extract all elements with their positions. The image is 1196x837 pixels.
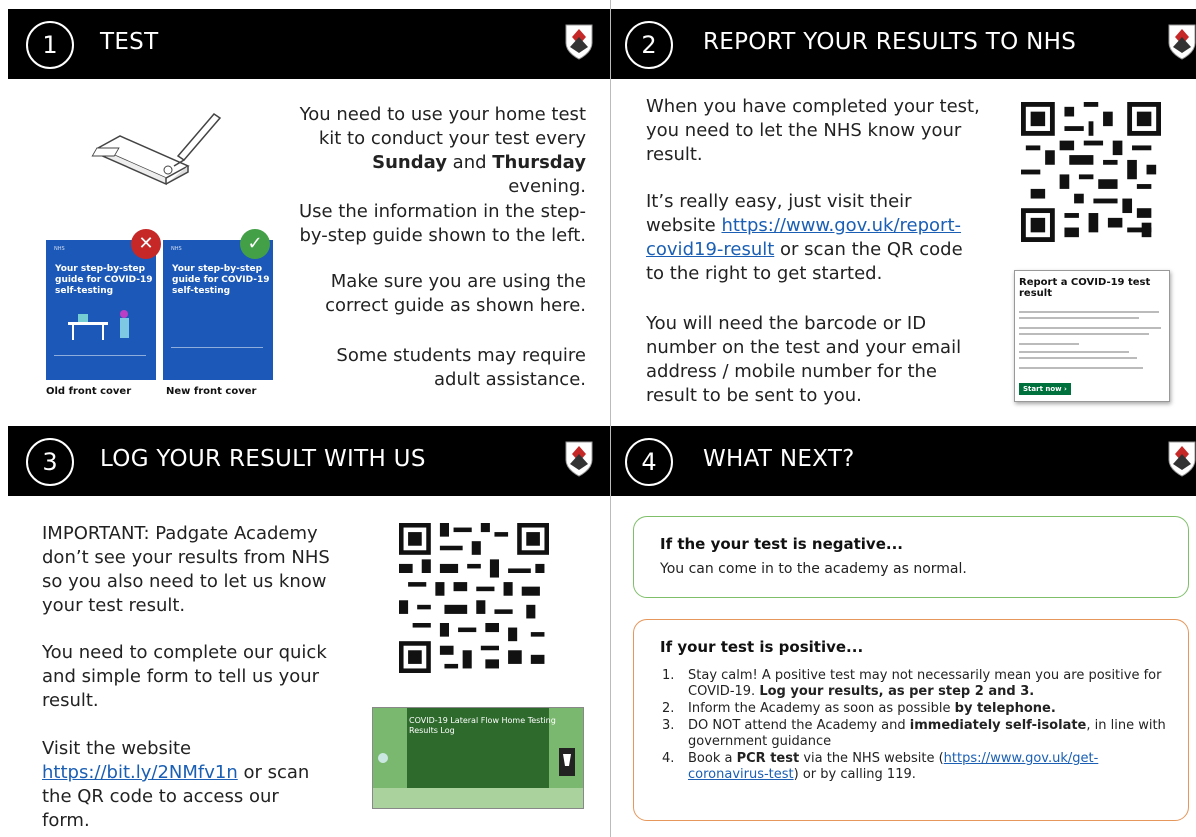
report-requirements-text: You will need the barcode or ID number o… xyxy=(646,313,962,406)
nhs-report-form-preview: Report a COVID-19 test result Start now … xyxy=(1014,270,1170,402)
list-item: 1. Stay calm! A positive test may not ne… xyxy=(662,668,1162,699)
section-header: 2 REPORT YOUR RESULTS TO NHS xyxy=(611,9,1196,79)
section-log-result: 3 LOG YOUR RESULT WITH US IMPORTANT: Pad… xyxy=(0,419,610,837)
start-now-button: Start now › xyxy=(1019,383,1071,395)
section-what-next: 4 WHAT NEXT? If the your test is negativ… xyxy=(611,419,1196,837)
section-test: 1 TEST NHS Your step-by-step guide for C… xyxy=(0,0,610,418)
nhs-qr-code[interactable] xyxy=(1021,102,1161,242)
step-number: 3 xyxy=(26,438,74,486)
list-item: 3. DO NOT attend the Academy and immedia… xyxy=(662,718,1166,749)
cover-illustration xyxy=(68,310,129,340)
guide-info-text: Use the information in the step-by-step … xyxy=(298,201,586,246)
log-form-title: COVID-19 Lateral Flow Home Testing Resul… xyxy=(409,716,556,735)
school-shield-icon xyxy=(565,441,593,477)
school-shield-icon xyxy=(565,24,593,60)
new-guide-cover: NHS Your step-by-step guide for COVID-19… xyxy=(163,240,273,380)
positive-heading: If your test is positive... xyxy=(660,638,864,656)
academy-form-qr-code[interactable] xyxy=(399,523,549,673)
adult-assistance-text: Some students may require adult assistan… xyxy=(336,345,586,390)
report-intro-text: When you have completed your test, you n… xyxy=(646,96,980,165)
step-number: 2 xyxy=(625,21,673,69)
section-title: TEST xyxy=(100,29,159,55)
log-website-intro: Visit the website xyxy=(42,738,192,759)
report-website-text: It’s really easy, just visit their websi… xyxy=(646,190,981,286)
school-shield-icon xyxy=(1168,24,1196,60)
form-request-text: You need to complete our quick and simpl… xyxy=(42,642,327,711)
old-cover-caption: Old front cover xyxy=(46,386,132,397)
section-header: 3 LOG YOUR RESULT WITH US xyxy=(8,426,610,496)
section-title: REPORT YOUR RESULTS TO NHS xyxy=(703,29,1077,55)
day-thursday: Thursday xyxy=(492,152,586,173)
section-title: WHAT NEXT? xyxy=(703,446,855,472)
section-report-nhs: 2 REPORT YOUR RESULTS TO NHS When you ha… xyxy=(611,0,1196,418)
test-text: You need to use your home test kit to co… xyxy=(299,104,586,149)
new-cover-caption: New front cover xyxy=(166,386,257,397)
section-header: 4 WHAT NEXT? xyxy=(611,426,1196,496)
reject-icon: ✕ xyxy=(131,229,161,259)
section-title: LOG YOUR RESULT WITH US xyxy=(100,446,426,472)
academy-form-link[interactable]: https://bit.ly/2NMfv1n xyxy=(42,762,238,783)
school-shield-icon xyxy=(1168,441,1196,477)
correct-guide-text: Make sure you are using the correct guid… xyxy=(325,271,586,316)
list-item: 4. Book a PCR test via the NHS website (… xyxy=(662,751,1099,782)
positive-steps-list: 1. Stay calm! A positive test may not ne… xyxy=(658,668,1178,784)
old-cover-title: Your step-by-step guide for COVID-19 sel… xyxy=(55,264,153,296)
test-kit-illustration xyxy=(91,113,222,186)
step-number: 1 xyxy=(26,21,74,69)
new-cover-title: Your step-by-step guide for COVID-19 sel… xyxy=(172,264,270,296)
list-item: 2. Inform the Academy as soon as possibl… xyxy=(662,701,1056,716)
old-guide-cover: NHS Your step-by-step guide for COVID-19… xyxy=(46,240,156,380)
important-notice-text: IMPORTANT: Padgate Academy don’t see you… xyxy=(42,523,330,616)
log-website-text: Visit the website https://bit.ly/2NMfv1n… xyxy=(42,737,332,833)
test-instructions: You need to use your home test kit to co… xyxy=(296,103,586,199)
section-header: 1 TEST xyxy=(8,9,610,79)
test-text-and: and xyxy=(452,152,487,173)
negative-text: You can come in to the academy as normal… xyxy=(660,561,967,577)
test-text-evening: evening. xyxy=(508,176,586,197)
results-log-form-preview: COVID-19 Lateral Flow Home Testing Resul… xyxy=(372,707,584,809)
positive-result-box: If your test is positive... 1. Stay calm… xyxy=(633,619,1189,821)
negative-heading: If the your test is negative... xyxy=(660,535,903,553)
form-preview-title: Report a COVID-19 test result xyxy=(1019,277,1151,299)
step-number: 4 xyxy=(625,438,673,486)
accept-icon: ✓ xyxy=(240,229,270,259)
day-sunday: Sunday xyxy=(372,152,447,173)
negative-result-box: If the your test is negative... You can … xyxy=(633,516,1189,598)
